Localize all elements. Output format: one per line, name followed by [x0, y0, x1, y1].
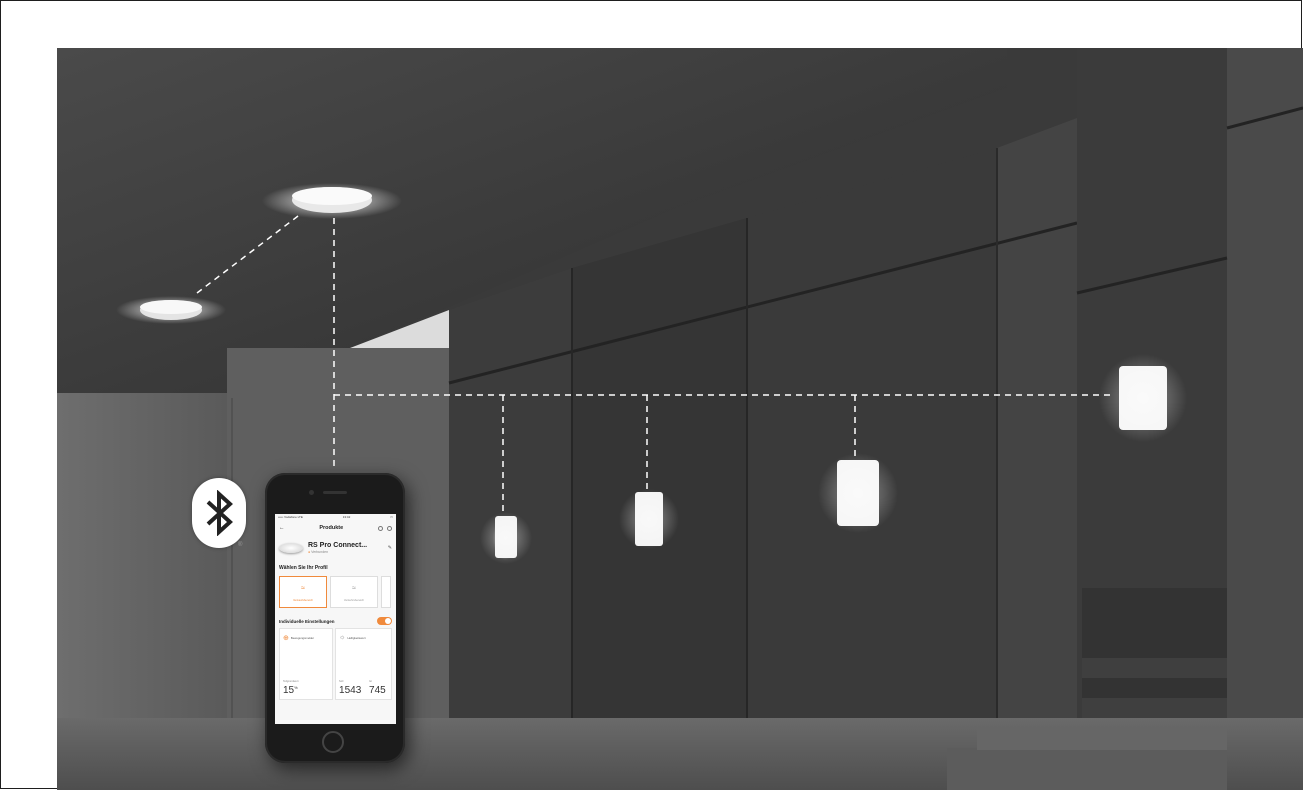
brightness-card[interactable]: ☼ Helligkeitswert Soll Ist 1543 745	[335, 628, 392, 700]
clock: 13:42	[342, 515, 351, 519]
bluetooth-badge	[192, 478, 246, 548]
individual-settings-row: Individuelle Einstellungen	[275, 610, 396, 628]
app-nav-bar: ← Produkte	[275, 522, 396, 534]
card-value: 15%	[283, 685, 298, 696]
settings-toggle[interactable]	[377, 617, 392, 625]
motion-sensor-icon: ⊕	[283, 635, 289, 642]
smartphone: ••••• Vodafone LTE 13:42 ▭ ← Produkte RS…	[265, 473, 405, 763]
profile-card[interactable]: ≈ Verkehrsbereich	[330, 576, 378, 608]
target-value: 1543	[339, 685, 362, 696]
nav-title: Produkte	[319, 525, 344, 531]
profile-card-selected[interactable]: ≈ Verkaufsbereich	[279, 576, 327, 608]
status-bar: ••••• Vodafone LTE 13:42 ▭	[275, 514, 396, 522]
signal-icon: ≈	[352, 585, 356, 592]
front-camera	[309, 490, 314, 495]
profile-label: Verkaufsbereich	[292, 598, 314, 602]
actual-value: 745	[369, 685, 386, 696]
app-screen: ••••• Vodafone LTE 13:42 ▭ ← Produkte RS…	[275, 514, 396, 724]
lamp-thumbnail	[279, 543, 303, 553]
status-dot-icon: ●	[308, 550, 311, 554]
carrier-label: ••••• Vodafone LTE	[278, 515, 303, 519]
settings-cards: ⊕ Bewegungsmelder Teilgrundwert 15% ☼ Hell…	[275, 628, 396, 700]
profile-heading: Wählen Sie Ihr Profil	[279, 565, 328, 571]
concrete-hall-illustration	[57, 48, 1303, 790]
bluetooth-icon	[206, 490, 233, 536]
architectural-photo	[57, 48, 1303, 790]
device-status: Verbunden	[311, 550, 329, 554]
card-sub-label: Teilgrundwert	[283, 680, 299, 683]
signal-icon: ≈	[301, 585, 305, 592]
device-name: RS Pro Connect...	[308, 542, 368, 549]
profile-card-partial[interactable]	[381, 576, 391, 608]
motion-sensor-card[interactable]: ⊕ Bewegungsmelder Teilgrundwert 15%	[279, 628, 334, 700]
registered-mark: ®	[238, 542, 243, 548]
sun-icon: ☼	[339, 634, 346, 641]
earpiece	[323, 491, 347, 494]
home-button[interactable]	[322, 731, 344, 753]
card-label: Bewegungsmelder	[290, 636, 315, 640]
actual-sub-label: Ist	[369, 680, 372, 683]
profile-label: Verkehrsbereich	[343, 598, 365, 602]
eye-icon[interactable]	[378, 525, 383, 531]
individual-heading: Individuelle Einstellungen	[279, 618, 335, 624]
edit-pencil-icon[interactable]: ✎	[388, 545, 392, 551]
back-arrow-icon[interactable]: ←	[279, 525, 285, 531]
target-sub-label: Soll	[339, 680, 344, 683]
settings-icon[interactable]	[387, 525, 392, 531]
profile-selector: ≈ Verkaufsbereich ≈ Verkehrsbereich	[275, 574, 396, 610]
device-row[interactable]: RS Pro Connect... ● Verbunden ✎	[275, 534, 396, 562]
battery-icon: ▭	[390, 515, 393, 519]
card-label: Helligkeitswert	[347, 635, 366, 640]
